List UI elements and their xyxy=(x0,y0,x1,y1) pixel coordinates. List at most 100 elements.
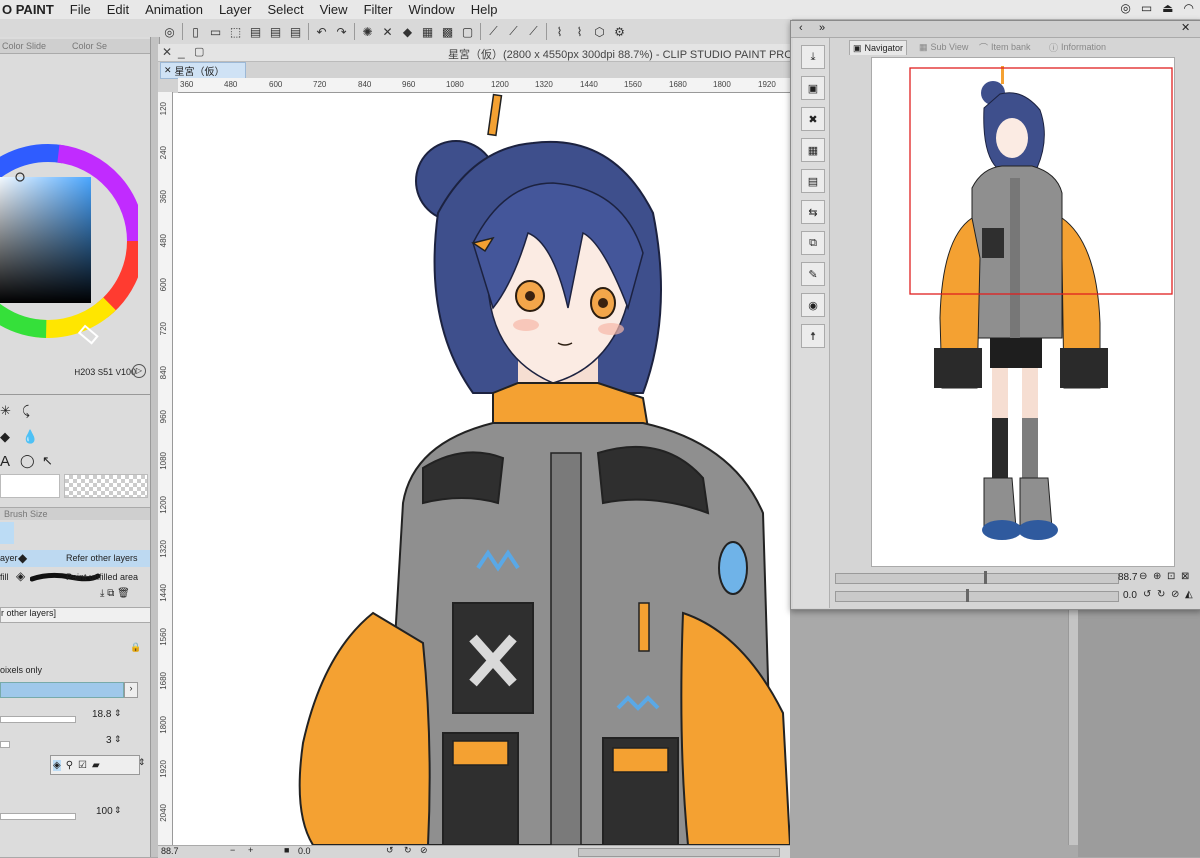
model-icon[interactable]: ⬡ xyxy=(590,22,609,41)
fit-window-icon[interactable]: ⊡ xyxy=(1167,571,1175,582)
tab-brush-size[interactable]: Brush Size xyxy=(4,509,48,519)
creative-cloud-icon[interactable]: ◎ xyxy=(1120,1,1130,15)
reset-rotation-icon[interactable]: ⊘ xyxy=(1171,589,1179,600)
clip-studio-icon[interactable]: ◎ xyxy=(160,22,179,41)
app-name[interactable]: O PAINT xyxy=(0,2,62,17)
eraser-icon[interactable]: ◆ xyxy=(0,429,10,445)
tab-navigator[interactable]: ▣ Navigator xyxy=(849,40,908,55)
document-tab[interactable]: ✕ 星宮（仮） xyxy=(160,62,246,79)
status-zoom[interactable]: 88.7 xyxy=(161,846,179,856)
new-file-icon[interactable]: ▯ xyxy=(186,22,205,41)
ruler-snap-icon[interactable]: ⟋ xyxy=(484,22,503,41)
pen-icon[interactable]: ⌇ xyxy=(570,22,589,41)
rotate-right-icon[interactable]: ↻ xyxy=(404,845,412,856)
zoom-value[interactable]: 88.7 xyxy=(1118,572,1137,583)
layer-mask-icon[interactable]: ◉ xyxy=(801,293,825,317)
stepper-3-icon[interactable]: ⇕ xyxy=(138,757,146,768)
layer-image-icon[interactable]: ▣ xyxy=(801,76,825,100)
zoom-in-icon[interactable]: + xyxy=(248,845,253,855)
zoom-out-icon[interactable]: − xyxy=(230,845,235,855)
clear-layer-icon[interactable]: ▦ xyxy=(801,138,825,162)
download-icon[interactable]: ⤓ xyxy=(100,588,104,599)
chevron-left-icon[interactable]: ‹ xyxy=(799,22,803,34)
menu-animation[interactable]: Animation xyxy=(137,2,211,17)
close-icon[interactable]: ✕ xyxy=(162,45,172,59)
value-2[interactable]: 3 xyxy=(106,735,112,746)
value-3[interactable]: 100 xyxy=(96,806,113,817)
vertical-ruler[interactable]: 120 240 360 480 600 720 840 960 1080 120… xyxy=(158,92,173,845)
color-wheel[interactable] xyxy=(0,119,138,379)
fit-navigator-icon[interactable]: ⊠ xyxy=(1181,571,1189,582)
reset-rotation-icon[interactable]: ⊘ xyxy=(420,845,428,856)
settings-icon[interactable]: ⚙ xyxy=(610,22,629,41)
grid-icon[interactable]: ▩ xyxy=(438,22,457,41)
minimize-icon[interactable]: _ xyxy=(178,45,185,59)
selection-box-icon[interactable]: ▢ xyxy=(458,22,477,41)
save-icon[interactable]: ⬚ xyxy=(226,22,245,41)
delete-layer-icon[interactable]: ✖ xyxy=(801,107,825,131)
duplicate-icon[interactable]: ⧉ xyxy=(107,588,114,599)
copy-layer-icon[interactable]: ⧉ xyxy=(801,231,825,255)
loading-icon[interactable]: ✺ xyxy=(358,22,377,41)
wifi-icon[interactable]: ◠ xyxy=(1184,1,1194,15)
menu-window[interactable]: Window xyxy=(400,2,462,17)
subtool-row-paint[interactable]: fill ◈ Paint unfilled area xyxy=(0,569,150,586)
rotate-value[interactable]: 0.0 xyxy=(1123,590,1137,601)
open-folder-icon[interactable]: ▭ xyxy=(206,22,225,41)
horizontal-ruler[interactable]: 360 480 600 720 840 960 1080 1200 1320 1… xyxy=(178,78,790,93)
grid-snap-icon[interactable]: ⟋ xyxy=(524,22,543,41)
merge-layer-icon[interactable]: ⇆ xyxy=(801,200,825,224)
rotate-right-icon[interactable]: ↻ xyxy=(1157,589,1165,600)
export-png-icon[interactable]: ▤ xyxy=(266,22,285,41)
tab-color-slider[interactable]: Color Slide xyxy=(2,41,46,51)
color-margin-bar[interactable] xyxy=(0,682,124,698)
transform-icon[interactable]: ▦ xyxy=(418,22,437,41)
chevron-right-icon[interactable]: › xyxy=(124,682,138,698)
sparkle-icon[interactable]: ✳ xyxy=(0,403,11,419)
zoom-in-icon[interactable]: ⊕ xyxy=(1153,571,1161,582)
horizontal-scrollbar[interactable] xyxy=(578,848,780,857)
zoom-slider[interactable] xyxy=(835,571,1119,584)
undo-icon[interactable]: ↶ xyxy=(312,22,331,41)
slider-1[interactable] xyxy=(0,716,76,723)
close-icon[interactable]: ✕ xyxy=(1181,21,1190,34)
balloon-icon[interactable]: ◯ xyxy=(20,453,35,469)
zoom-out-icon[interactable]: ⊖ xyxy=(1139,571,1147,582)
fit-icon[interactable]: ■ xyxy=(284,845,289,855)
rotate-left-icon[interactable]: ↺ xyxy=(386,845,394,856)
screen-mirror-icon[interactable]: ⏏ xyxy=(1162,1,1173,15)
folder-icon[interactable]: ▰ xyxy=(92,760,100,771)
menu-layer[interactable]: Layer xyxy=(211,2,260,17)
layer-property-icon[interactable]: ▤ xyxy=(801,169,825,193)
menu-help[interactable]: Help xyxy=(463,2,506,17)
tab-item-bank[interactable]: ⌒ Item bank xyxy=(979,40,1031,54)
menu-filter[interactable]: Filter xyxy=(356,2,401,17)
tab-color-set[interactable]: Color Se xyxy=(72,41,107,51)
drawing-canvas[interactable] xyxy=(173,93,790,845)
slider-2[interactable] xyxy=(0,741,10,748)
trash-icon[interactable]: 🗑 xyxy=(117,588,130,599)
menu-edit[interactable]: Edit xyxy=(99,2,137,17)
status-angle[interactable]: 0.0 xyxy=(298,846,311,856)
value-1[interactable]: 18.8 xyxy=(92,709,111,720)
export-jpg-icon[interactable]: ▤ xyxy=(246,22,265,41)
correct-line-icon[interactable]: ↖ xyxy=(42,453,53,469)
brush-icon[interactable]: ⌇ xyxy=(550,22,569,41)
tab-information[interactable]: ⓘ Information xyxy=(1049,40,1106,54)
3d-figure-icon[interactable]: ☨ xyxy=(801,324,825,348)
fill-icon[interactable]: ◆ xyxy=(398,22,417,41)
clear-selection-icon[interactable]: ✕ xyxy=(378,22,397,41)
flip-icon[interactable]: ◭ xyxy=(1185,589,1193,600)
rotate-slider-thumb[interactable] xyxy=(966,589,969,602)
tab-close-icon[interactable]: ✕ xyxy=(161,65,175,76)
redo-icon[interactable]: ↷ xyxy=(332,22,351,41)
main-color-swatch[interactable] xyxy=(0,474,60,498)
menu-file[interactable]: File xyxy=(62,2,99,17)
layers-icon[interactable]: ◈ xyxy=(53,759,61,771)
tab-sub-view[interactable]: ▦ Sub View xyxy=(919,40,968,54)
subtool-row-refer[interactable]: ayer ◆ Refer other layers xyxy=(0,550,150,567)
stepper-1-icon[interactable]: ⇕ xyxy=(114,708,122,719)
chevron-double-right-icon[interactable]: » xyxy=(819,22,825,34)
rotate-left-icon[interactable]: ↺ xyxy=(1143,589,1151,600)
text-tool-icon[interactable]: A xyxy=(0,453,10,470)
